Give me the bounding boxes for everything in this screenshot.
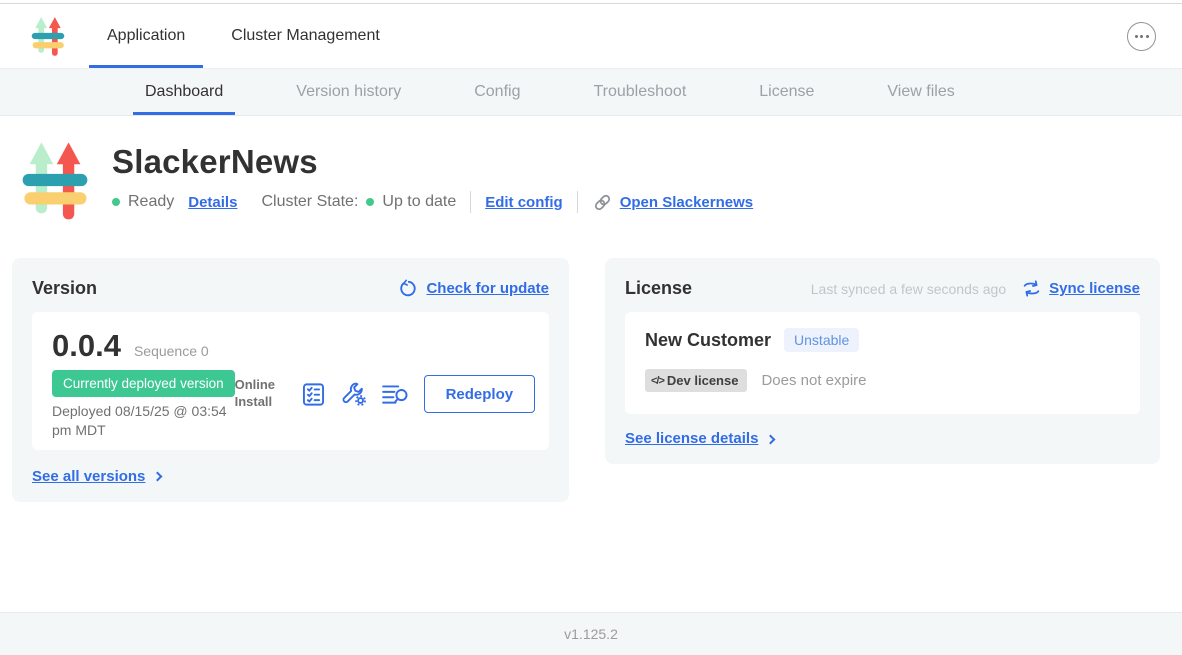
top-navigation: Application Cluster Management — [0, 3, 1182, 69]
see-license-details[interactable]: See license details — [625, 430, 1140, 447]
ellipsis-icon — [1135, 35, 1138, 38]
cluster-state-dot — [366, 198, 374, 206]
customer-name: New Customer — [645, 330, 771, 351]
preflight-checks-icon[interactable] — [300, 381, 327, 408]
tab-cluster-management[interactable]: Cluster Management — [213, 4, 398, 68]
chevron-right-icon — [766, 434, 776, 444]
deployed-timestamp: Deployed 08/15/25 @ 03:54 pm MDT — [52, 402, 235, 440]
app-title: SlackerNews — [112, 143, 753, 181]
app-sub-navigation: Dashboard Version history Config Trouble… — [0, 69, 1182, 116]
version-number: 0.0.4 — [52, 328, 121, 364]
sequence-label: Sequence 0 — [134, 343, 209, 359]
view-diff-icon[interactable] — [381, 382, 409, 406]
app-hero: SlackerNews Ready Details Cluster State:… — [0, 116, 1182, 225]
check-for-update-link: Check for update — [426, 280, 549, 297]
chevron-right-icon — [153, 472, 163, 482]
version-card: Version Check for update 0. — [12, 258, 569, 502]
tab-application[interactable]: Application — [89, 4, 203, 68]
cluster-state-label: Cluster State: — [261, 193, 358, 211]
check-for-update[interactable]: Check for update — [399, 279, 549, 298]
see-all-versions-link: See all versions — [32, 468, 145, 485]
app-status-dot — [112, 198, 120, 206]
license-card-title: License — [625, 278, 692, 299]
subnav-tab-config[interactable]: Config — [462, 69, 532, 115]
app-icon — [20, 135, 90, 225]
details-link[interactable]: Details — [188, 194, 237, 211]
sync-license-link[interactable]: Sync license — [1049, 280, 1140, 297]
separator — [577, 191, 578, 213]
subnav-tab-version-history[interactable]: Version history — [284, 69, 413, 115]
open-app-link[interactable]: Open Slackernews — [620, 194, 753, 211]
last-synced-text: Last synced a few seconds ago — [811, 281, 1006, 297]
current-version-panel: 0.0.4 Sequence 0 Currently deployed vers… — [32, 312, 549, 450]
install-type-label: Online Install — [235, 377, 287, 411]
dev-license-badge: </> Dev license — [645, 369, 747, 392]
license-card: License Last synced a few seconds ago Sy… — [605, 258, 1160, 464]
subnav-tab-dashboard[interactable]: Dashboard — [133, 69, 235, 115]
edit-config-link[interactable]: Edit config — [485, 194, 563, 211]
subnav-tab-troubleshoot[interactable]: Troubleshoot — [581, 69, 698, 115]
logo-arrows-icon — [30, 14, 66, 58]
tab-cluster-management-label: Cluster Management — [231, 27, 380, 45]
subnav-tab-view-files[interactable]: View files — [875, 69, 966, 115]
currently-deployed-badge: Currently deployed version — [52, 370, 235, 397]
license-panel: New Customer Unstable </> Dev license Do… — [625, 312, 1140, 414]
version-card-title: Version — [32, 278, 97, 299]
dashboard-main: SlackerNews Ready Details Cluster State:… — [0, 116, 1182, 612]
tab-application-label: Application — [107, 27, 185, 45]
separator — [470, 191, 471, 213]
overflow-menu-button[interactable] — [1127, 22, 1156, 51]
redeploy-button[interactable]: Redeploy — [424, 375, 536, 413]
refresh-icon — [399, 279, 418, 298]
console-version: v1.125.2 — [564, 626, 618, 642]
app-logo[interactable] — [30, 4, 66, 68]
dashboard-cards: Version Check for update 0. — [0, 225, 1182, 502]
license-expiration: Does not expire — [761, 372, 866, 389]
subnav-tab-license[interactable]: License — [747, 69, 826, 115]
see-all-versions[interactable]: See all versions — [32, 468, 549, 485]
channel-badge: Unstable — [784, 328, 859, 352]
app-status-row: Ready Details Cluster State: Up to date … — [112, 191, 753, 213]
cluster-state-value: Up to date — [382, 193, 456, 211]
config-wrench-icon[interactable] — [340, 380, 368, 408]
see-license-details-link: See license details — [625, 430, 758, 447]
app-footer: v1.125.2 — [0, 612, 1182, 655]
link-chain-icon — [592, 192, 613, 213]
code-icon: </> — [651, 375, 664, 387]
app-status-text: Ready — [128, 193, 174, 211]
sync-arrows-icon — [1022, 280, 1041, 297]
